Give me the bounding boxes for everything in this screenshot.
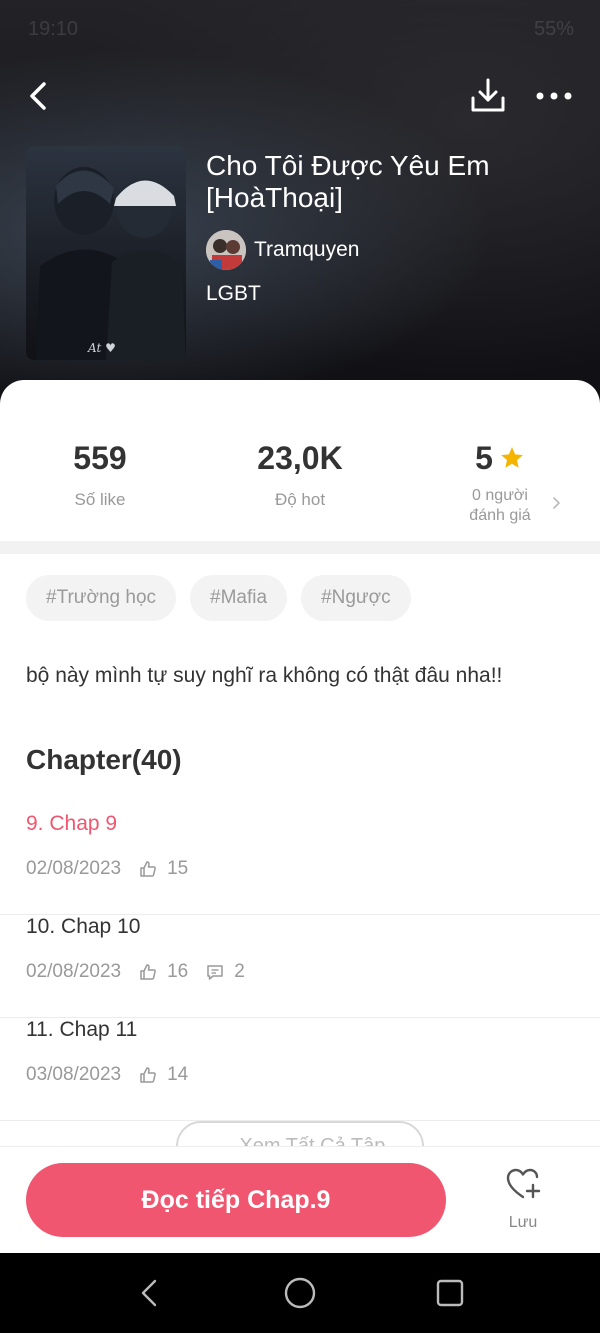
svg-text:At ♥: At ♥ (87, 341, 116, 355)
genre-label[interactable]: LGBT (206, 282, 261, 306)
more-dots-icon (536, 92, 572, 100)
chapter-likes: 15 (167, 858, 189, 879)
chapter-item[interactable]: 9. Chap 9 02/08/2023 15 (0, 812, 600, 915)
chapter-date: 02/08/2023 (26, 858, 122, 879)
nav-recents-button[interactable] (430, 1273, 470, 1313)
chapter-likes: 14 (167, 1064, 189, 1085)
status-bar: 19:10 55% (0, 0, 600, 60)
save-button[interactable]: Lưu (486, 1167, 560, 1241)
thumbs-up-icon (140, 861, 156, 877)
chapter-date: 02/08/2023 (26, 961, 122, 982)
hot-label: Độ hot (274, 490, 326, 509)
chapter-meta: 02/08/2023 15 (26, 858, 188, 880)
chapter-title: 9. Chap 9 (26, 812, 118, 835)
status-battery: 55% (533, 18, 574, 40)
bottom-action-bar: Đọc tiếp Chap.9 Lưu (0, 1146, 600, 1253)
heart-plus-icon (506, 1168, 541, 1199)
chapter-title: 11. Chap 11 (26, 1018, 138, 1041)
stats-row: 559 Số like 23,0K Độ hot 5 0 người đánh … (0, 420, 600, 540)
tag-list: #Trường học #Mafia #Ngược (26, 575, 425, 621)
status-time: 19:10 (28, 18, 79, 40)
section-divider (0, 541, 600, 554)
tag-truong-hoc[interactable]: #Trường học (26, 575, 177, 621)
likes-label: Số like (74, 490, 126, 509)
chapter-meta: 02/08/2023 16 2 (26, 961, 245, 983)
story-description: bộ này mình tự suy nghĩ ra không có thật… (26, 664, 503, 687)
chapter-comments: 2 (234, 961, 245, 982)
chapter-count-heading: Chapter(40) (26, 744, 182, 775)
nav-back-icon (141, 1279, 157, 1307)
stat-likes: 559 Số like (0, 438, 200, 510)
save-label: Lưu (508, 1214, 538, 1231)
continue-reading-button[interactable]: Đọc tiếp Chap.9 (26, 1163, 446, 1237)
rating-count-line2: đánh giá (469, 507, 531, 524)
stat-rating[interactable]: 5 0 người đánh giá (400, 438, 600, 526)
more-options-button[interactable] (534, 82, 574, 112)
comment-icon (207, 965, 223, 980)
stat-hot: 23,0K Độ hot (200, 438, 400, 510)
chevron-left-icon (30, 82, 46, 110)
story-title: Cho Tôi Được Yêu Em [HoàThoại] (206, 150, 490, 213)
author-link[interactable]: Tramquyen (206, 230, 359, 270)
cover-illustration: At ♥ (36, 167, 186, 360)
chapter-date: 03/08/2023 (26, 1064, 122, 1085)
tag-mafia[interactable]: #Mafia (190, 575, 288, 621)
thumbs-up-icon (140, 964, 156, 980)
system-nav-bar (0, 1253, 600, 1333)
author-name: Tramquyen (254, 238, 360, 261)
download-button[interactable] (468, 76, 508, 116)
chapter-item[interactable]: 11. Chap 11 03/08/2023 14 (0, 1018, 600, 1121)
star-icon (501, 447, 523, 468)
nav-home-icon (284, 1277, 316, 1309)
hot-value: 23,0K (257, 440, 343, 476)
chevron-right-icon (553, 497, 560, 509)
nav-home-button[interactable] (280, 1273, 320, 1313)
likes-value: 559 (73, 440, 127, 476)
rating-value: 5 (475, 440, 493, 476)
header-hero: 19:10 55% At ♥ Cho Tôi Được Yêu Em [HoàT… (0, 0, 600, 420)
download-icon (471, 78, 505, 112)
chapter-item[interactable]: 10. Chap 10 02/08/2023 16 2 (0, 915, 600, 1018)
author-avatar (206, 230, 246, 270)
back-button[interactable] (22, 76, 62, 116)
thumbs-up-icon (140, 1067, 156, 1083)
rating-count-line1: 0 người (472, 487, 528, 504)
tag-nguoc[interactable]: #Ngược (301, 575, 411, 621)
nav-back-button[interactable] (130, 1273, 170, 1313)
book-cover[interactable]: At ♥ (26, 146, 186, 360)
chapter-title: 10. Chap 10 (26, 915, 141, 938)
chapter-likes: 16 (167, 961, 189, 982)
nav-recents-icon (436, 1279, 464, 1307)
chapter-meta: 03/08/2023 14 (26, 1064, 188, 1086)
